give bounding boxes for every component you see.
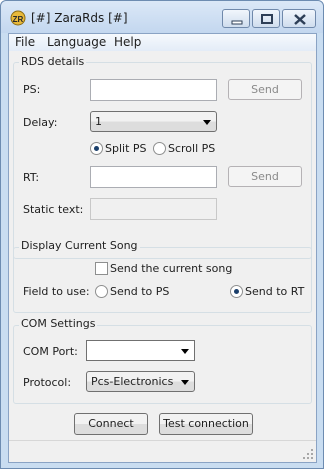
- client-area: File Language Help RDS details PS: Send …: [8, 33, 317, 463]
- rds-details-label: RDS details: [19, 55, 87, 68]
- current-song-group: [13, 247, 312, 313]
- ps-input[interactable]: [90, 79, 217, 101]
- split-ps-label[interactable]: Split PS: [105, 142, 147, 155]
- com-port-select[interactable]: [86, 340, 195, 361]
- maximize-icon: [261, 14, 273, 24]
- rt-send-button[interactable]: Send: [228, 166, 302, 187]
- send-to-ps-label[interactable]: Send to PS: [110, 285, 169, 298]
- send-to-rt-label[interactable]: Send to RT: [245, 285, 304, 298]
- rt-label: RT:: [23, 171, 40, 184]
- chevron-down-icon: [203, 120, 211, 125]
- menu-help[interactable]: Help: [114, 35, 141, 49]
- minimize-icon: [231, 20, 243, 25]
- menu-bar: File Language Help: [9, 34, 316, 51]
- protocol-label: Protocol:: [23, 376, 72, 389]
- send-to-ps-radio[interactable]: [95, 285, 108, 298]
- title-bar[interactable]: ZR [#] ZaraRds [#]: [1, 1, 323, 33]
- maximize-button[interactable]: [252, 9, 280, 28]
- window-title: [#] ZaraRds [#]: [31, 11, 128, 25]
- static-text-label: Static text:: [23, 203, 84, 216]
- com-settings-group: [13, 325, 312, 404]
- close-button[interactable]: [282, 9, 316, 28]
- protocol-value: Pcs-Electronics: [91, 375, 174, 388]
- minimize-button[interactable]: [222, 9, 250, 28]
- send-song-label[interactable]: Send the current song: [110, 262, 232, 275]
- resize-grip-icon[interactable]: [302, 448, 314, 460]
- com-settings-label: COM Settings: [19, 317, 98, 330]
- split-ps-radio[interactable]: [90, 142, 103, 155]
- ps-label: PS:: [23, 83, 41, 96]
- protocol-select[interactable]: Pcs-Electronics: [86, 371, 195, 392]
- menu-file[interactable]: File: [15, 35, 35, 49]
- status-bar: [9, 440, 316, 462]
- svg-text:ZR: ZR: [13, 15, 24, 24]
- send-to-rt-radio[interactable]: [230, 285, 243, 298]
- ps-send-button[interactable]: Send: [228, 79, 302, 100]
- scroll-ps-label[interactable]: Scroll PS: [168, 142, 215, 155]
- connect-button[interactable]: Connect: [74, 413, 148, 435]
- delay-label: Delay:: [23, 116, 58, 129]
- chevron-down-icon: [181, 349, 189, 354]
- scroll-ps-radio[interactable]: [153, 142, 166, 155]
- app-window: ZR [#] ZaraRds [#] File Language Help RD…: [0, 0, 324, 469]
- send-song-checkbox[interactable]: [95, 262, 108, 275]
- menu-language[interactable]: Language: [47, 35, 106, 49]
- delay-value: 1: [95, 115, 102, 128]
- close-icon: [294, 14, 306, 25]
- rt-input[interactable]: [90, 166, 217, 188]
- static-text-input: [90, 198, 217, 220]
- field-to-use-label: Field to use:: [23, 285, 90, 298]
- delay-select[interactable]: 1: [90, 111, 217, 132]
- chevron-down-icon: [181, 380, 189, 385]
- com-port-label: COM Port:: [23, 345, 78, 358]
- current-song-label: Display Current Song: [19, 239, 140, 252]
- test-connection-button[interactable]: Test connection: [159, 413, 253, 435]
- zara-rds-app-icon: ZR: [10, 10, 26, 26]
